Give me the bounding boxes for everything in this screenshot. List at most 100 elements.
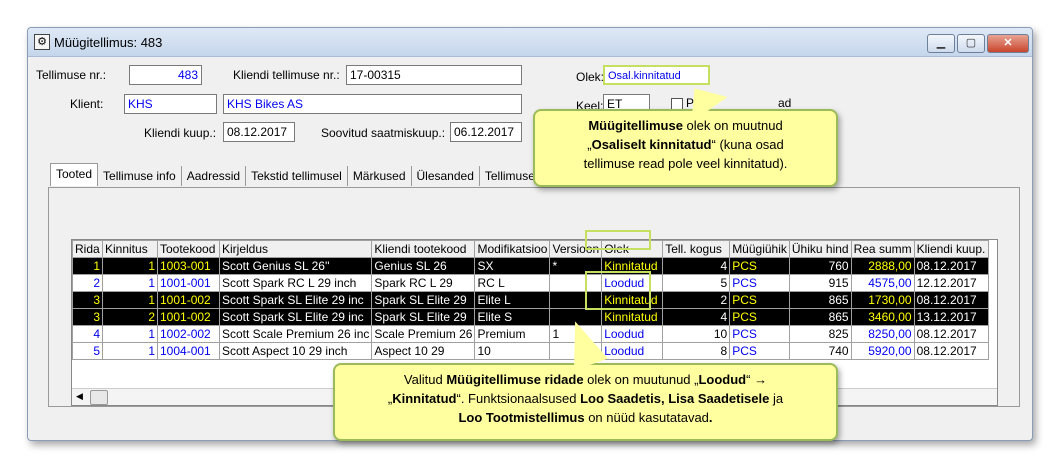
- tab-ulesanded[interactable]: Ülesanded: [412, 166, 480, 186]
- cell-yhik[interactable]: PCS: [729, 308, 790, 326]
- cell-rida[interactable]: 1: [72, 257, 103, 275]
- cell-kirjeldus[interactable]: Scott Scale Premium 26 inc: [218, 325, 373, 343]
- cell-hind[interactable]: 865: [788, 291, 852, 309]
- cell-rida[interactable]: 2: [72, 274, 103, 292]
- cell-kirjeldus[interactable]: Scott Aspect 10 29 inch: [218, 342, 373, 360]
- grid-column-header[interactable]: Müügiühik: [729, 240, 790, 258]
- cell-kuup[interactable]: 08.12.2017: [913, 291, 989, 309]
- cell-kuup[interactable]: 08.12.2017: [913, 325, 989, 343]
- cell-kirjeldus[interactable]: Scott Genius SL 26'': [218, 257, 373, 275]
- grid-column-header[interactable]: Ühiku hind: [788, 240, 852, 258]
- cell-kuup[interactable]: 12.12.2017: [913, 274, 989, 292]
- cell-olek[interactable]: Loodud: [601, 325, 664, 343]
- cell-kliendi-kood[interactable]: Genius SL 26: [371, 257, 476, 275]
- cell-kirjeldus[interactable]: Scott Spark RC L 29 inch: [218, 274, 373, 292]
- cell-kood[interactable]: 1002-002: [157, 325, 220, 343]
- grid-column-header[interactable]: Kliendi tootekood: [371, 240, 476, 258]
- cell-hind[interactable]: 915: [788, 274, 852, 292]
- cell-summa[interactable]: 8250,00: [850, 325, 915, 343]
- cell-kood[interactable]: 1004-001: [157, 342, 220, 360]
- table-row[interactable]: 3 1 1001-002 Scott Spark SL Elite 29 inc Spa…: [72, 291, 989, 309]
- hscroll-thumb[interactable]: [90, 390, 108, 405]
- cell-kogus[interactable]: 2: [662, 291, 731, 309]
- cell-kuup[interactable]: 08.12.2017: [913, 257, 989, 275]
- grid-column-header[interactable]: Kinnitus: [102, 240, 158, 258]
- cell-rida[interactable]: 5: [72, 342, 103, 360]
- cell-kinnitus[interactable]: 1: [102, 342, 158, 360]
- table-row[interactable]: 5 1 1004-001 Scott Aspect 10 29 inch Aspect …: [72, 342, 989, 360]
- grid-column-header[interactable]: Tell. kogus: [662, 240, 731, 258]
- cell-hind[interactable]: 865: [788, 308, 852, 326]
- cell-kogus[interactable]: 4: [662, 257, 731, 275]
- table-row[interactable]: 1 1 1003-001 Scott Genius SL 26'' Genius SL …: [72, 257, 989, 275]
- grid-column-header[interactable]: Kliendi kuup.: [913, 240, 989, 258]
- cell-hind[interactable]: 825: [788, 325, 852, 343]
- cell-olek[interactable]: Kinnitatud: [601, 308, 664, 326]
- cell-yhik[interactable]: PCS: [729, 291, 790, 309]
- tab-tellimuse[interactable]: Tellimuse: [480, 166, 541, 186]
- tab-tekstid[interactable]: Tekstid tellimusel: [246, 166, 348, 186]
- cell-summa[interactable]: 1730,00: [850, 291, 915, 309]
- cell-mod[interactable]: 10: [474, 342, 551, 360]
- cell-rida[interactable]: 4: [72, 325, 103, 343]
- grid-column-header[interactable]: Rida: [72, 240, 103, 258]
- cell-kuup[interactable]: 08.12.2017: [913, 342, 989, 360]
- client-order-field[interactable]: 17-00315: [346, 65, 522, 85]
- cell-kuup[interactable]: 13.12.2017: [913, 308, 989, 326]
- grid-column-header[interactable]: Modifikatsioo: [474, 240, 551, 258]
- tab-tellimuse-info[interactable]: Tellimuse info: [98, 166, 182, 186]
- order-no-field[interactable]: 483: [129, 65, 202, 85]
- cell-rida[interactable]: 3: [72, 308, 103, 326]
- table-row[interactable]: 2 1 1001-001 Scott Spark RC L 29 inch Spark …: [72, 274, 989, 292]
- table-row[interactable]: 3 2 1001-002 Scott Spark SL Elite 29 inc Spa…: [72, 308, 989, 326]
- maximize-button[interactable]: ▢: [957, 34, 985, 53]
- delivery-date-field[interactable]: 06.12.2017: [450, 122, 522, 142]
- grid-column-header[interactable]: Kirjeldus: [218, 240, 373, 258]
- client-code-field[interactable]: KHS: [124, 94, 217, 114]
- minimize-button[interactable]: ▁: [927, 34, 955, 53]
- cell-kliendi-kood[interactable]: Spark SL Elite 29: [371, 308, 476, 326]
- close-button[interactable]: ✕: [987, 34, 1029, 53]
- cell-summa[interactable]: 4575,00: [850, 274, 915, 292]
- cell-kinnitus[interactable]: 1: [102, 291, 158, 309]
- cell-kliendi-kood[interactable]: Spark SL Elite 29: [371, 291, 476, 309]
- cell-yhik[interactable]: PCS: [729, 325, 790, 343]
- cell-kirjeldus[interactable]: Scott Spark SL Elite 29 inc: [218, 308, 373, 326]
- cell-yhik[interactable]: PCS: [729, 342, 790, 360]
- cell-kinnitus[interactable]: 1: [102, 325, 158, 343]
- cell-rida[interactable]: 3: [72, 291, 103, 309]
- cell-hind[interactable]: 740: [788, 342, 852, 360]
- cell-kood[interactable]: 1001-001: [157, 274, 220, 292]
- cell-mod[interactable]: RC L: [474, 274, 551, 292]
- cell-summa[interactable]: 3460,00: [850, 308, 915, 326]
- cell-kirjeldus[interactable]: Scott Spark SL Elite 29 inc: [218, 291, 373, 309]
- cell-kood[interactable]: 1001-002: [157, 308, 220, 326]
- cell-kinnitus[interactable]: 2: [102, 308, 158, 326]
- cell-mod[interactable]: SX: [474, 257, 551, 275]
- cell-mod[interactable]: Elite L: [474, 291, 551, 309]
- cell-mod[interactable]: Premium: [474, 325, 551, 343]
- cell-kogus[interactable]: 10: [662, 325, 731, 343]
- cell-kinnitus[interactable]: 1: [102, 257, 158, 275]
- cell-kood[interactable]: 1001-002: [157, 291, 220, 309]
- grid-column-header[interactable]: Tootekood: [157, 240, 220, 258]
- cell-kliendi-kood[interactable]: Spark RC L 29: [371, 274, 476, 292]
- tab-markused[interactable]: Märkused: [348, 166, 412, 186]
- cell-olek[interactable]: Loodud: [601, 342, 664, 360]
- cell-yhik[interactable]: PCS: [729, 274, 790, 292]
- cell-summa[interactable]: 2888,00: [850, 257, 915, 275]
- tab-tooted[interactable]: Tooted: [50, 163, 99, 186]
- table-row[interactable]: 4 1 1002-002 Scott Scale Premium 26 inc Scal…: [72, 325, 989, 343]
- scroll-left-icon[interactable]: ◀: [76, 391, 83, 402]
- cell-kogus[interactable]: 5: [662, 274, 731, 292]
- cell-kliendi-kood[interactable]: Scale Premium 26: [371, 325, 476, 343]
- grid-column-header[interactable]: Rea summ: [850, 240, 915, 258]
- cell-summa[interactable]: 5920,00: [850, 342, 915, 360]
- cell-kliendi-kood[interactable]: Aspect 10 29: [371, 342, 476, 360]
- tab-aadressid[interactable]: Aadressid: [182, 166, 247, 186]
- client-date-field[interactable]: 08.12.2017: [223, 122, 295, 142]
- cell-kogus[interactable]: 8: [662, 342, 731, 360]
- cell-kinnitus[interactable]: 1: [102, 274, 158, 292]
- cell-hind[interactable]: 760: [788, 257, 852, 275]
- cell-yhik[interactable]: PCS: [729, 257, 790, 275]
